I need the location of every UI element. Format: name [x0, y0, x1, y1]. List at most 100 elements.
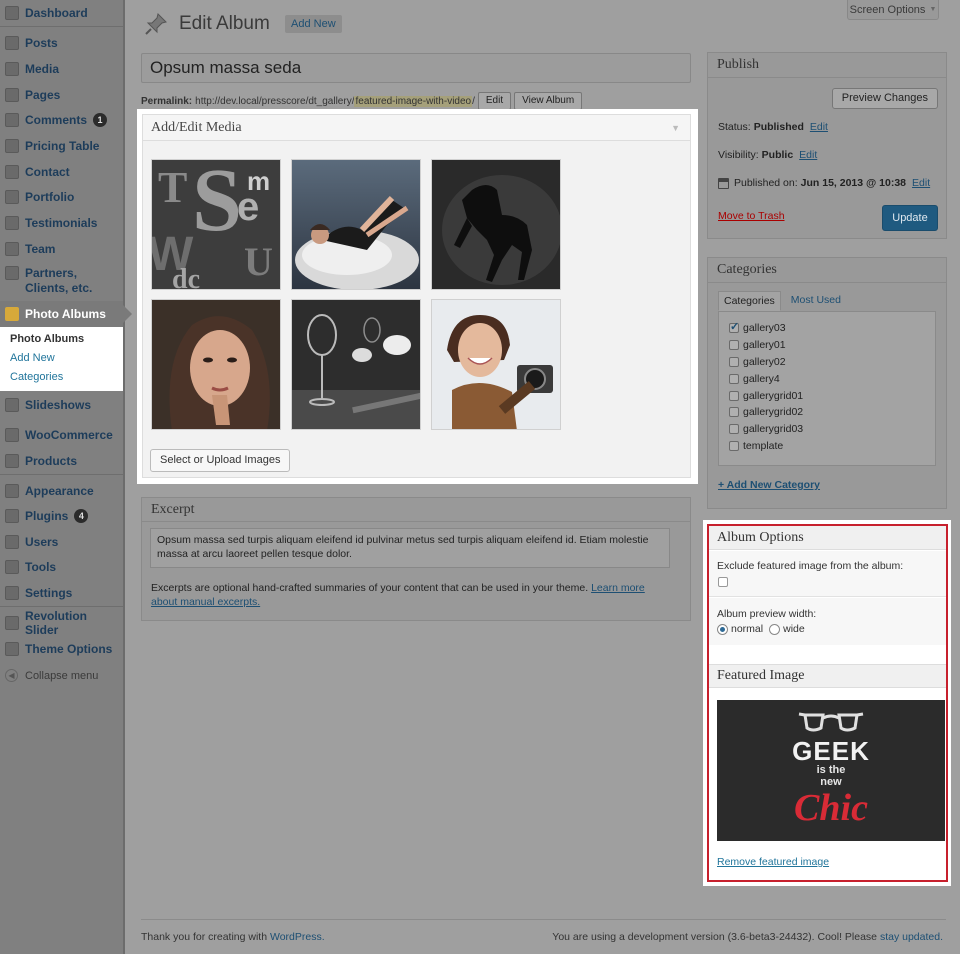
- menu-item-pages[interactable]: Pages: [0, 83, 123, 107]
- post-title-input[interactable]: [141, 53, 691, 83]
- menu-item-label: Contact: [25, 165, 70, 179]
- gallery-thumb-typography[interactable]: T S W e U dc m: [151, 159, 281, 290]
- menu-item-users[interactable]: Users: [0, 530, 123, 554]
- menu-item-plugins[interactable]: Plugins 4: [0, 504, 123, 528]
- menu-item-posts[interactable]: Posts: [0, 31, 123, 55]
- svg-text:S: S: [192, 160, 242, 250]
- menu-separator: [0, 26, 123, 27]
- menu-item-contact[interactable]: Contact: [0, 160, 123, 184]
- menu-item-appearance[interactable]: Appearance: [0, 479, 123, 503]
- menu-item-dashboard[interactable]: Dashboard: [0, 1, 123, 25]
- page-title: Edit Album: [179, 13, 270, 34]
- status-edit-link[interactable]: Edit: [810, 121, 828, 133]
- menu-item-label: Appearance: [25, 484, 94, 498]
- tab-most-used[interactable]: Most Used: [786, 291, 846, 311]
- screen-options-button[interactable]: Screen Options ▼: [847, 0, 939, 20]
- menu-item-label: Plugins: [25, 509, 69, 523]
- excerpt-textarea[interactable]: Opsum massa sed turpis aliquam eleifend …: [150, 528, 670, 568]
- permalink-slug[interactable]: featured-image-with-video: [354, 95, 473, 107]
- category-item[interactable]: gallerygrid03: [729, 421, 935, 438]
- menu-item-photo-albums[interactable]: Photo Albums: [0, 301, 132, 327]
- svg-text:m: m: [247, 166, 270, 196]
- menu-item-partners-clients-etc[interactable]: Partners, Clients, etc.: [0, 262, 123, 302]
- visibility-edit-link[interactable]: Edit: [799, 149, 817, 161]
- category-label: gallery03: [743, 322, 786, 335]
- excerpt-help-text: Excerpts are optional hand-crafted summa…: [151, 582, 589, 594]
- category-item[interactable]: gallery03: [729, 320, 935, 337]
- collapse-menu-button[interactable]: ◀ Collapse menu: [5, 669, 98, 682]
- menu-item-woocommerce[interactable]: WooCommerce: [0, 423, 123, 447]
- menu-item-pricing-table[interactable]: Pricing Table: [0, 134, 123, 158]
- menu-item-label: Pricing Table: [25, 139, 100, 153]
- collapse-arrow-icon[interactable]: ▼: [671, 123, 680, 133]
- menu-item-comments[interactable]: Comments 1: [0, 108, 123, 132]
- count-badge: 4: [74, 509, 89, 523]
- select-upload-images-button[interactable]: Select or Upload Images: [150, 449, 291, 472]
- gallery-thumb-wine-glasses[interactable]: [291, 299, 421, 430]
- menu-item-theme-options[interactable]: Theme Options: [0, 637, 123, 661]
- menu-separator: [0, 606, 123, 607]
- menu-item-label: Settings: [25, 586, 73, 600]
- woocommerce-icon: [5, 428, 19, 442]
- menu-item-label: Testimonials: [25, 216, 98, 230]
- category-tabs: Categories Most Used: [718, 291, 846, 311]
- published-edit-link[interactable]: Edit: [912, 177, 930, 189]
- gallery-thumb-woman-camera[interactable]: [431, 299, 561, 430]
- menu-item-revolution-slider[interactable]: Revolution Slider: [0, 609, 123, 637]
- category-item[interactable]: gallery01: [729, 337, 935, 354]
- wordpress-link[interactable]: WordPress.: [270, 931, 325, 943]
- preview-changes-button[interactable]: Preview Changes: [831, 88, 938, 109]
- menu-item-tools[interactable]: Tools: [0, 555, 123, 579]
- category-item[interactable]: gallerygrid01: [729, 387, 935, 404]
- menu-item-portfolio[interactable]: Portfolio: [0, 185, 123, 209]
- add-new-button[interactable]: Add New: [285, 15, 342, 33]
- add-new-category-link[interactable]: + Add New Category: [718, 479, 820, 491]
- menu-item-testimonials[interactable]: Testimonials: [0, 211, 123, 235]
- category-item[interactable]: gallery4: [729, 370, 935, 387]
- category-checkbox[interactable]: [729, 424, 739, 435]
- submenu-item-photo-albums[interactable]: Photo Albums: [0, 330, 123, 349]
- category-checkbox[interactable]: [729, 356, 739, 367]
- publish-box-header[interactable]: Publish: [708, 53, 946, 78]
- partners-icon: [5, 266, 19, 280]
- tab-all-categories[interactable]: Categories: [718, 291, 781, 311]
- move-to-trash-link[interactable]: Move to Trash: [718, 210, 785, 222]
- category-label: gallerygrid01: [743, 389, 804, 402]
- album-highlight-border: [707, 524, 948, 882]
- category-item[interactable]: template: [729, 438, 935, 455]
- gallery-thumb-woman-chair[interactable]: [291, 159, 421, 290]
- update-button[interactable]: Update: [882, 205, 938, 231]
- plugins-icon: [5, 509, 19, 523]
- category-label: gallerygrid02: [743, 406, 804, 419]
- permalink-edit-button[interactable]: Edit: [477, 92, 512, 110]
- gallery-thumb-horse[interactable]: [431, 159, 561, 290]
- category-item[interactable]: gallerygrid02: [729, 404, 935, 421]
- category-checkbox[interactable]: [729, 373, 739, 384]
- category-checkbox[interactable]: [729, 440, 739, 451]
- category-label: template: [743, 439, 784, 452]
- stay-updated-link[interactable]: stay updated.: [880, 931, 943, 943]
- categories-box-header[interactable]: Categories: [708, 258, 946, 283]
- svg-text:dc: dc: [172, 264, 200, 290]
- media-box-header[interactable]: Add/Edit Media ▼: [143, 115, 690, 141]
- menu-item-settings[interactable]: Settings: [0, 581, 123, 605]
- pages-icon: [5, 88, 19, 102]
- menu-item-slideshows[interactable]: Slideshows: [0, 393, 123, 417]
- menu-item-team[interactable]: Team: [0, 237, 123, 261]
- category-checkbox[interactable]: [729, 390, 739, 401]
- menu-item-media[interactable]: Media: [0, 57, 123, 81]
- submenu-item-add-new[interactable]: Add New: [0, 349, 123, 368]
- category-checkbox[interactable]: [729, 407, 739, 418]
- gallery-thumb-woman-portrait[interactable]: [151, 299, 281, 430]
- category-label: gallerygrid03: [743, 423, 804, 436]
- category-checkbox[interactable]: [729, 340, 739, 351]
- menu-item-products[interactable]: Products: [0, 449, 123, 473]
- category-checkbox[interactable]: [729, 320, 739, 334]
- footer-thanks-text: Thank you for creating with: [141, 931, 268, 943]
- category-item[interactable]: gallery02: [729, 354, 935, 371]
- view-album-button[interactable]: View Album: [514, 92, 583, 110]
- excerpt-box-header[interactable]: Excerpt: [142, 498, 690, 522]
- submenu-item-categories[interactable]: Categories: [0, 368, 123, 387]
- chevron-down-icon: ▼: [929, 6, 937, 13]
- menu-item-label: Theme Options: [25, 642, 113, 656]
